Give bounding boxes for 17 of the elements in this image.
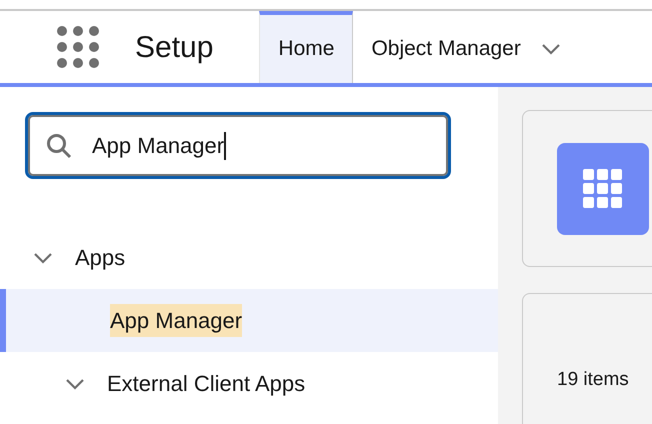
app-launcher-icon[interactable] bbox=[57, 26, 99, 68]
app-title: Setup bbox=[135, 30, 214, 66]
tree-item-label: Apps bbox=[75, 244, 126, 272]
nav-tab[interactable]: Home bbox=[259, 11, 354, 83]
chevron-down-icon[interactable] bbox=[540, 43, 561, 55]
nav-tab[interactable]: Object Manager bbox=[353, 11, 579, 83]
app-grid-icon bbox=[557, 143, 649, 235]
chevron-down-icon[interactable] bbox=[65, 378, 85, 390]
chevron-down-icon[interactable] bbox=[33, 252, 53, 264]
tree-item[interactable]: Apps bbox=[0, 226, 498, 289]
tree-item[interactable]: App Manager bbox=[0, 289, 498, 352]
tree-item[interactable]: External Client Apps bbox=[0, 352, 498, 415]
item-count: 19 items bbox=[557, 369, 629, 390]
tree-item-label: External Client Apps bbox=[107, 370, 306, 398]
search-icon bbox=[46, 132, 72, 158]
tree-item-label: App Manager bbox=[110, 304, 242, 337]
search-field[interactable]: App Manager bbox=[25, 112, 451, 179]
